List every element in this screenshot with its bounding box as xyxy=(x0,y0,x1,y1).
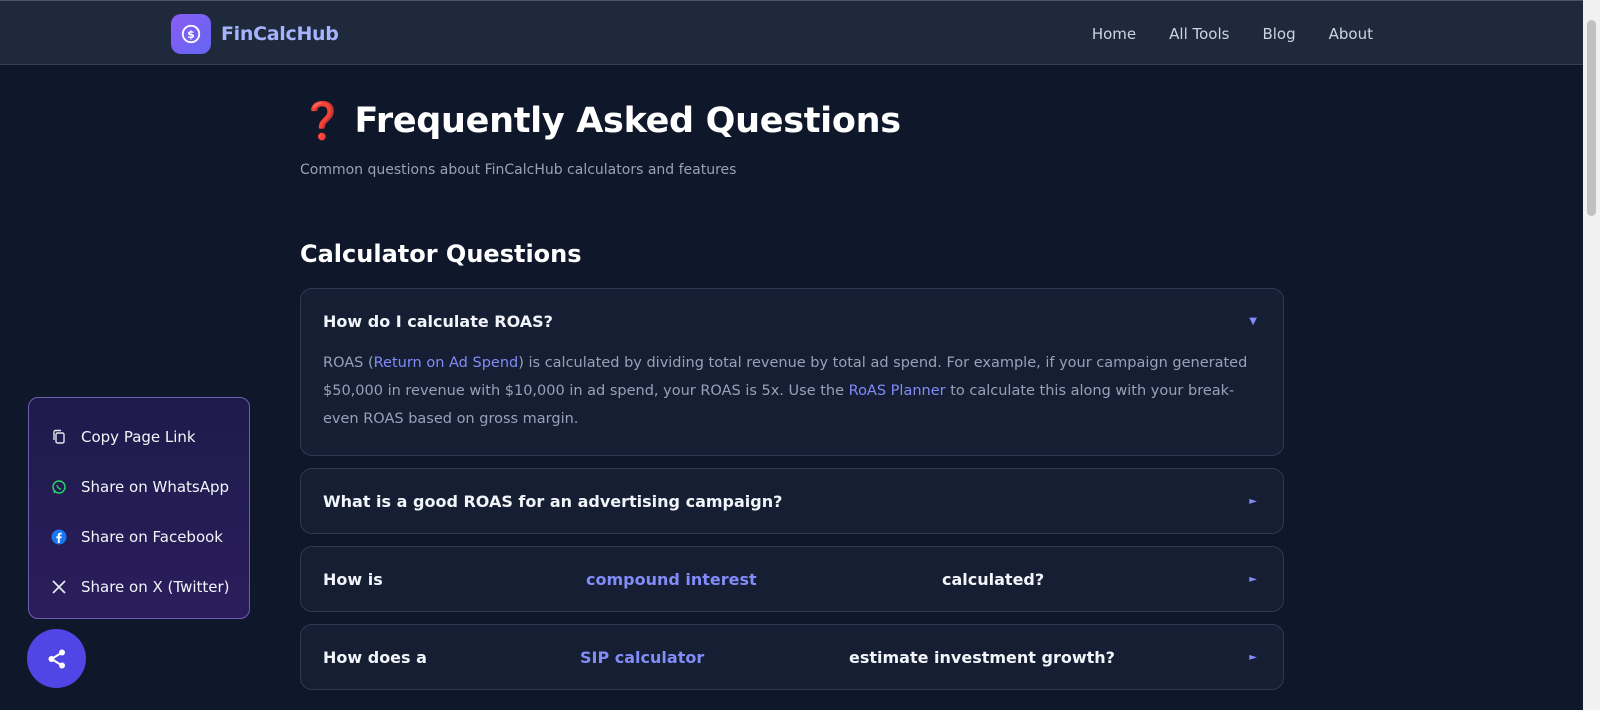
faq-item-good-roas: What is a good ROAS for an advertising c… xyxy=(300,468,1284,534)
faq-answer-text: ROAS ( xyxy=(323,355,374,371)
page-subtitle: Common questions about FinCalcHub calcul… xyxy=(300,162,737,178)
whatsapp-icon xyxy=(52,480,66,494)
faq-question-toggle[interactable]: What is a good ROAS for an advertising c… xyxy=(301,469,1283,533)
dollar-coin-icon: $ xyxy=(171,14,211,54)
faq-question-toggle[interactable]: How is compound interest calculated? ► xyxy=(301,547,1283,611)
roas-planner-link[interactable]: RoAS Planner xyxy=(849,383,946,399)
faq-question-toggle[interactable]: How do I calculate ROAS? ▼ xyxy=(301,289,1283,353)
share-icon xyxy=(48,649,65,668)
faq-main: ❓ Frequently Asked Questions Common ques… xyxy=(300,100,1284,690)
faq-item-sip-calculator: How does a SIP calculator estimate inves… xyxy=(300,624,1284,690)
section-title: Calculator Questions xyxy=(300,240,582,268)
copy-link-button[interactable]: Copy Page Link xyxy=(29,412,249,462)
share-whatsapp-button[interactable]: Share on WhatsApp xyxy=(29,462,249,512)
faq-item-compound-interest: How is compound interest calculated? ► xyxy=(300,546,1284,612)
copy-icon xyxy=(53,429,65,444)
share-x-label: Share on X (Twitter) xyxy=(81,578,230,596)
faq-question-toggle[interactable]: How does a SIP calculator estimate inves… xyxy=(301,625,1283,689)
share-menu: Copy Page Link Share on WhatsApp Share o… xyxy=(28,397,250,619)
brand-logo[interactable]: $ FinCalcHub xyxy=(171,14,339,54)
share-facebook-button[interactable]: Share on Facebook xyxy=(29,512,249,562)
faq-item-roas: How do I calculate ROAS? ▼ ROAS (Return … xyxy=(300,288,1284,456)
chevron-right-icon: ► xyxy=(1249,495,1257,507)
share-facebook-label: Share on Facebook xyxy=(81,528,223,546)
nav-about-link[interactable]: About xyxy=(1329,25,1373,43)
brand-name: FinCalcHub xyxy=(221,23,339,45)
x-twitter-icon xyxy=(52,580,66,594)
faq-question-text: How does a xyxy=(323,647,427,667)
svg-text:$: $ xyxy=(187,28,195,41)
share-fab-button[interactable] xyxy=(27,629,86,688)
question-mark-icon: ❓ xyxy=(300,101,345,142)
page-scrollbar[interactable] xyxy=(1583,0,1600,710)
nav-home-link[interactable]: Home xyxy=(1092,25,1136,43)
chevron-down-icon: ▼ xyxy=(1249,315,1257,327)
faq-question-text: What is a good ROAS for an advertising c… xyxy=(323,491,783,511)
main-nav: Home All Tools Blog About xyxy=(1092,1,1373,66)
faq-question-text: How do I calculate ROAS? xyxy=(323,311,553,331)
top-navbar: $ FinCalcHub Home All Tools Blog About xyxy=(0,0,1583,65)
page-title-text: Frequently Asked Questions xyxy=(354,101,902,141)
facebook-icon xyxy=(51,529,67,545)
nav-blog-link[interactable]: Blog xyxy=(1262,25,1295,43)
return-on-ad-spend-link[interactable]: Return on Ad Spend xyxy=(374,355,519,371)
faq-question-text: How is xyxy=(323,569,383,589)
compound-interest-link[interactable]: compound interest xyxy=(586,570,757,589)
scrollbar-thumb[interactable] xyxy=(1587,20,1596,216)
share-x-button[interactable]: Share on X (Twitter) xyxy=(29,562,249,612)
nav-all-tools-link[interactable]: All Tools xyxy=(1169,25,1229,43)
faq-answer: ROAS (Return on Ad Spend) is calculated … xyxy=(301,347,1283,455)
page-title: ❓ Frequently Asked Questions xyxy=(300,100,1284,142)
chevron-right-icon: ► xyxy=(1249,573,1257,585)
faq-question-text: estimate investment growth? xyxy=(849,647,1115,667)
share-whatsapp-label: Share on WhatsApp xyxy=(81,478,230,496)
chevron-right-icon: ► xyxy=(1249,651,1257,663)
faq-question-text: calculated? xyxy=(942,569,1045,589)
sip-calculator-link[interactable]: SIP calculator xyxy=(580,648,704,667)
copy-link-label: Copy Page Link xyxy=(81,428,196,446)
